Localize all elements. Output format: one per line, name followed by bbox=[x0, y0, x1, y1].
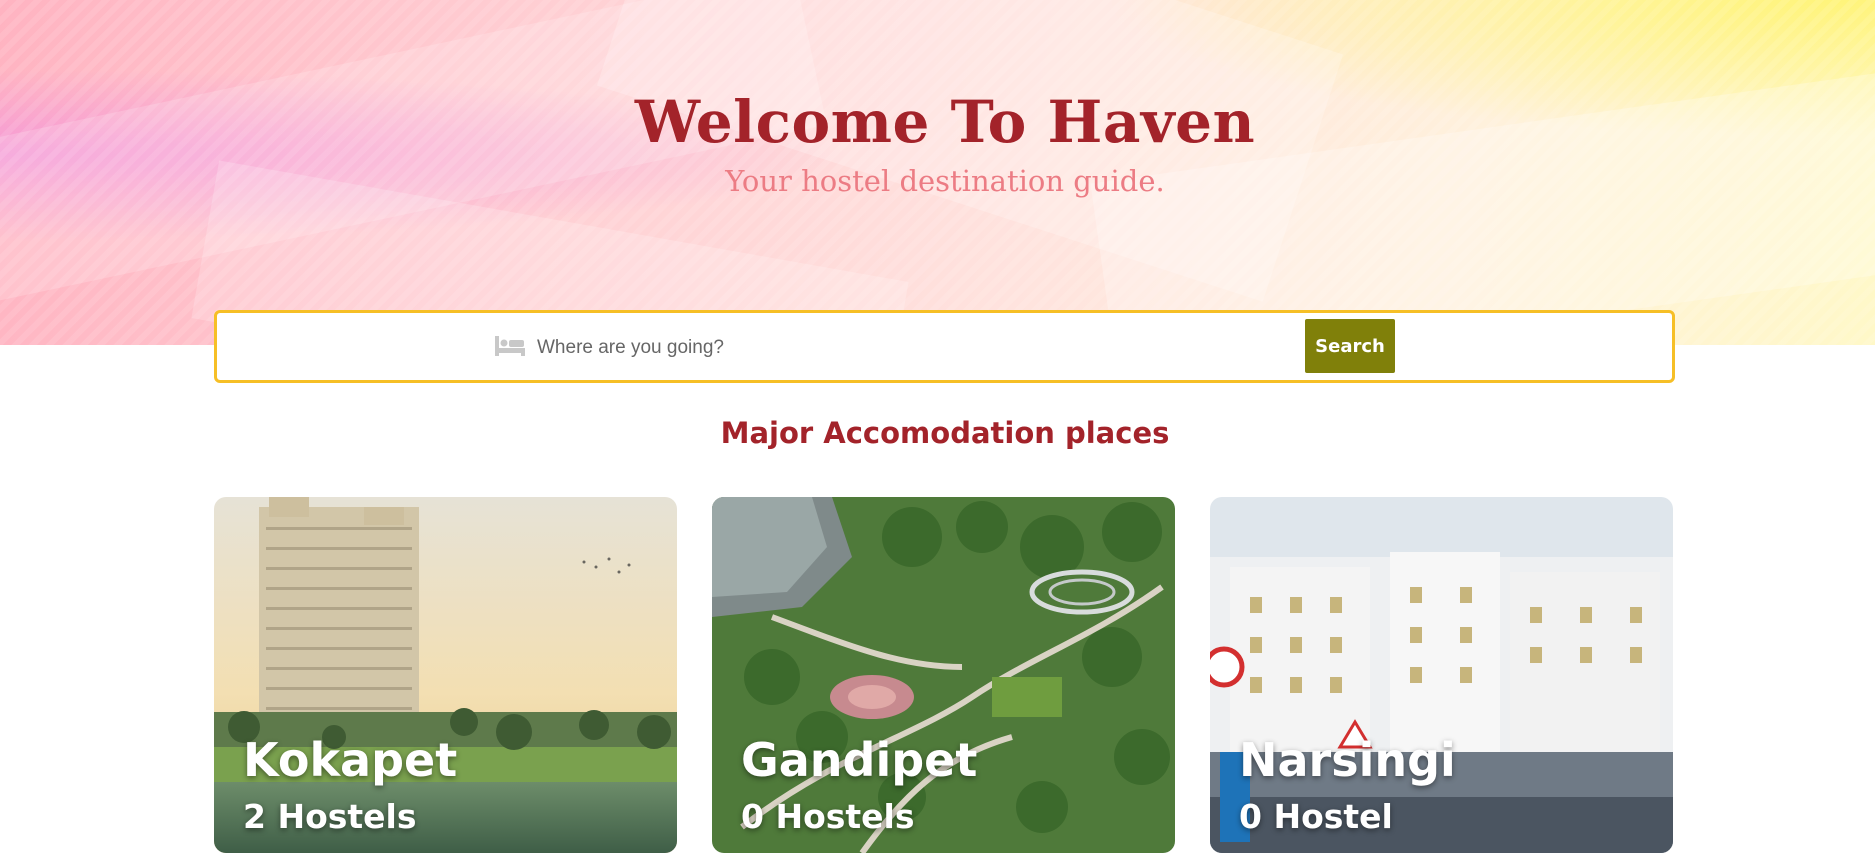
place-name: Narsingi bbox=[1239, 733, 1456, 787]
section-title: Major Accomodation places bbox=[720, 416, 1170, 450]
place-card-narsingi[interactable]: Narsingi 0 Hostel bbox=[1210, 497, 1673, 853]
page-title: Welcome To Haven bbox=[634, 88, 1256, 156]
place-card-gandipet[interactable]: Gandipet 0 Hostels bbox=[712, 497, 1175, 853]
search-input[interactable] bbox=[535, 325, 1099, 371]
place-name: Kokapet bbox=[243, 733, 458, 787]
hostel-count: 0 Hostels bbox=[741, 797, 915, 836]
bed-icon bbox=[495, 335, 525, 357]
search-button[interactable]: Search bbox=[1305, 319, 1395, 373]
place-card-kokapet[interactable]: Kokapet 2 Hostels bbox=[214, 497, 677, 853]
page-subtitle: Your hostel destination guide. bbox=[725, 164, 1165, 198]
hostel-count: 2 Hostels bbox=[243, 797, 417, 836]
hostel-count: 0 Hostel bbox=[1239, 797, 1393, 836]
search-bar: Search bbox=[214, 310, 1675, 383]
place-name: Gandipet bbox=[741, 733, 978, 787]
